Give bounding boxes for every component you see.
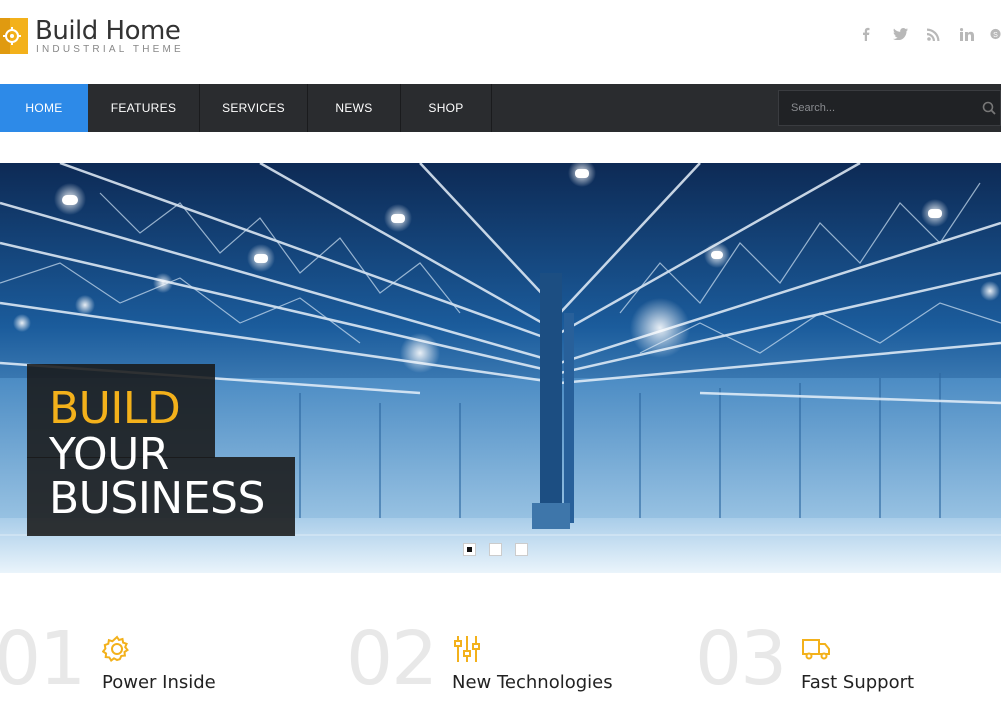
nav-item-shop[interactable]: SHOP	[401, 84, 492, 132]
feature-title[interactable]: Fast Support	[801, 672, 914, 693]
linkedin-icon[interactable]	[958, 24, 976, 44]
search-box	[778, 90, 1001, 126]
hero-headline-line3: BUSINESS	[49, 473, 265, 524]
sliders-icon	[454, 636, 480, 662]
nav-item-home[interactable]: HOME	[0, 84, 88, 132]
hero-headline-line1: BUILD	[49, 383, 181, 434]
search-input[interactable]	[791, 91, 971, 125]
facebook-icon[interactable]	[858, 24, 874, 44]
hero-headline-line2: YOUR	[49, 429, 169, 480]
feature-title[interactable]: New Technologies	[452, 672, 613, 693]
nav-item-features[interactable]: FEATURES	[88, 84, 200, 132]
slider-dot-2[interactable]	[489, 543, 502, 556]
site-header: Build Home INDUSTRIAL THEME S	[0, 0, 1001, 84]
twitter-icon[interactable]	[890, 24, 910, 44]
gear-icon	[102, 635, 129, 662]
feature-number: 02	[346, 616, 438, 701]
truck-icon	[802, 639, 830, 660]
brand-title[interactable]: Build Home	[35, 16, 181, 46]
search-icon[interactable]	[982, 101, 996, 115]
feature-title[interactable]: Power Inside	[102, 672, 216, 693]
slider-dot-3[interactable]	[515, 543, 528, 556]
feature-number: 01	[0, 616, 86, 701]
logo-icon[interactable]	[0, 18, 28, 54]
brand-subtitle: INDUSTRIAL THEME	[36, 44, 184, 55]
hero-slider: BUILD YOUR BUSINESS	[0, 163, 1001, 573]
nav-item-news[interactable]: NEWS	[308, 84, 401, 132]
nav-item-services[interactable]: SERVICES	[200, 84, 308, 132]
skype-icon[interactable]: S	[990, 24, 1001, 44]
main-navigation: HOME FEATURES SERVICES NEWS SHOP	[0, 84, 1001, 132]
rss-icon[interactable]	[925, 24, 941, 44]
slider-dot-1[interactable]	[463, 543, 476, 556]
svg-text:S: S	[993, 32, 998, 39]
feature-number: 03	[695, 616, 787, 701]
